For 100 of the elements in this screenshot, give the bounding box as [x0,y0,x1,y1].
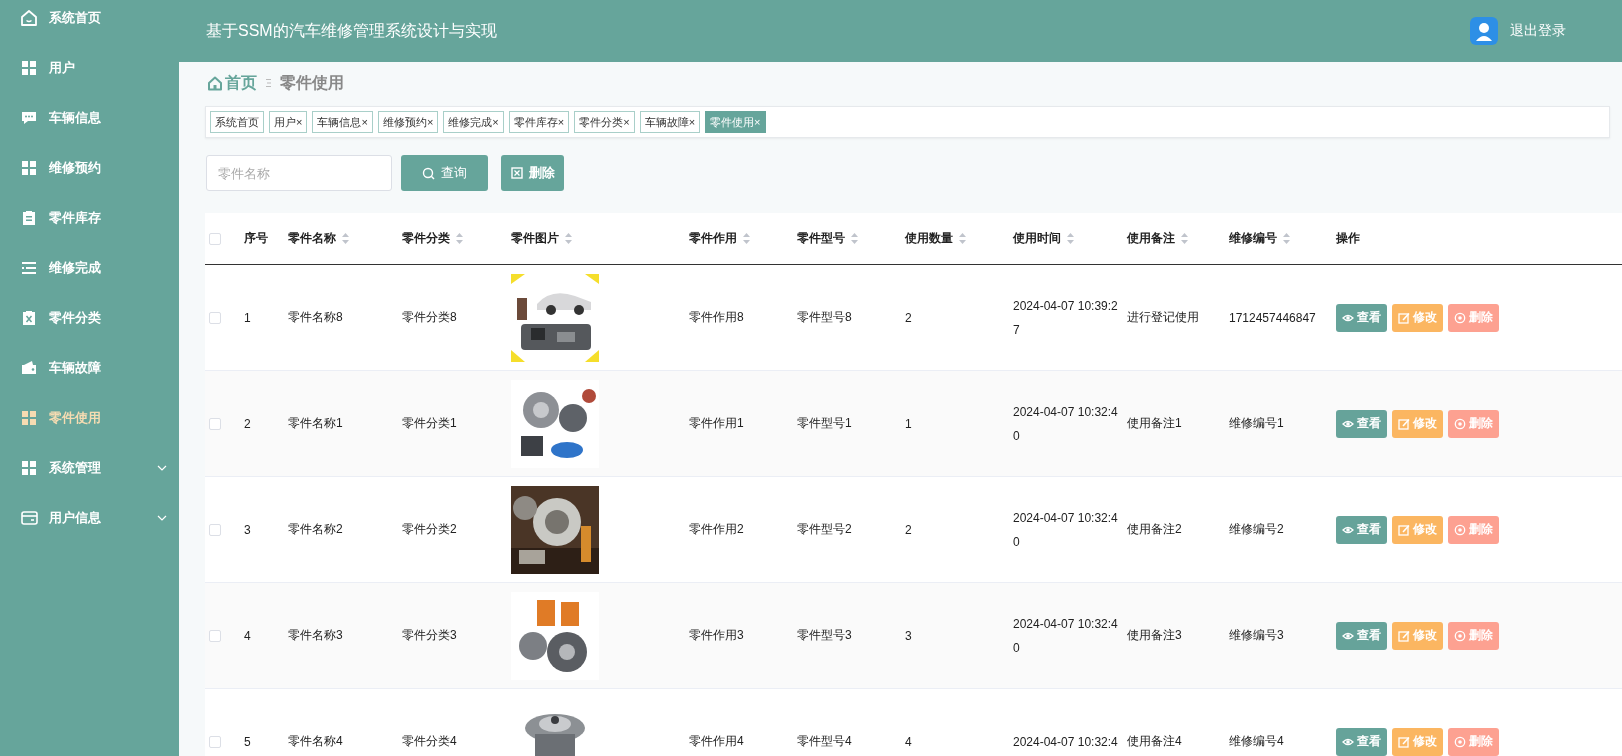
table-cell: 零件名称2 [288,521,343,538]
view-button[interactable]: 查看 [1336,727,1387,756]
table-cell: 零件作用8 [689,309,744,326]
table-cell: 零件分类2 [402,521,457,538]
column-header[interactable]: 零件名称 [288,230,336,247]
edit-icon [1398,629,1410,642]
column-header[interactable]: 零件作用 [689,230,737,247]
select-all-checkbox[interactable] [209,232,221,245]
page-tab[interactable]: 系统首页 [210,111,264,133]
table-cell: 2 [244,416,251,431]
row-checkbox[interactable] [209,523,221,536]
sort-icon [1180,232,1189,245]
sidebar-item[interactable]: 用户 [0,43,179,93]
page-tab[interactable]: 零件分类× [574,111,635,133]
list-icon [20,259,38,277]
column-header[interactable]: 使用备注 [1127,230,1175,247]
table-cell: 零件名称4 [288,733,343,750]
sidebar-item[interactable]: 系统首页 [0,0,179,43]
table-cell: 零件型号1 [797,415,852,432]
sidebar-item[interactable]: 零件分类 [0,293,179,343]
table-cell: 零件分类4 [402,733,457,750]
sort-icon [1066,232,1075,245]
column-header[interactable]: 零件图片 [511,230,559,247]
edit-button[interactable]: 修改 [1392,303,1443,332]
column-header[interactable]: 零件型号 [797,230,845,247]
part-name-search-field[interactable]: 零件名称 [206,155,392,191]
view-button[interactable]: 查看 [1336,515,1387,544]
delete-button[interactable]: 删除 [1448,515,1499,544]
page-tab[interactable]: 车辆信息× [312,111,373,133]
page-tab[interactable]: 维修预约× [377,111,439,133]
view-button[interactable]: 查看 [1336,621,1387,650]
sidebar-item[interactable]: 维修预约 [0,143,179,193]
query-button[interactable]: 查询 [401,155,488,191]
table-cell: 零件型号3 [797,627,852,644]
search-icon [422,166,435,180]
table-cell: 进行登记使用 [1127,309,1199,326]
row-checkbox[interactable] [209,311,221,324]
edit-button[interactable]: 修改 [1392,621,1443,650]
table-cell: 1 [905,416,912,431]
table-cell: 4 [905,734,912,749]
column-header[interactable]: 维修编号 [1229,230,1277,247]
grid-icon [20,159,38,177]
page-tab[interactable]: 维修完成× [443,111,504,133]
sort-icon [742,232,751,245]
home-icon [20,9,38,27]
sort-icon [455,232,464,245]
sidebar-item[interactable]: 零件使用 [0,393,179,443]
table-cell: 零件型号8 [797,309,852,326]
edit-button[interactable]: 修改 [1392,409,1443,438]
page-tab[interactable]: 零件使用× [705,111,766,133]
delete-button[interactable]: 删除 [1448,727,1499,756]
edit-button[interactable]: 修改 [1392,515,1443,544]
table-cell: 使用备注4 [1127,733,1182,750]
table-cell: 零件型号4 [797,733,852,750]
view-button[interactable]: 查看 [1336,409,1387,438]
edit-icon [1398,735,1410,748]
sidebar-item[interactable]: 车辆信息 [0,93,179,143]
table-cell-text: 2024-04-07 10:32:40 [1013,615,1119,657]
row-checkbox[interactable] [209,735,221,748]
logout-link[interactable]: 退出登录 [1510,22,1566,40]
delete-button[interactable]: 删除 [1448,621,1499,650]
edit-icon [1398,417,1410,430]
table-cell: 维修编号1 [1229,415,1284,432]
table-cell-text: 2024-04-07 10:32:4 [1013,733,1119,751]
page-tab[interactable]: 零件库存× [508,111,570,133]
table-cell-text: 2024-04-07 10:39:27 [1013,297,1119,339]
column-header[interactable]: 零件分类 [402,230,450,247]
delete-button[interactable]: 删除 [1448,409,1499,438]
sidebar-item[interactable]: 系统管理 [0,443,179,493]
edit-icon [1398,523,1410,536]
row-checkbox[interactable] [209,417,221,430]
sidebar-item[interactable]: 用户信息 [0,493,179,543]
clipboard-icon [20,309,38,327]
sort-icon [564,232,573,245]
table-cell: 维修编号2 [1229,521,1284,538]
column-header[interactable]: 使用数量 [905,230,953,247]
row-checkbox[interactable] [209,629,221,642]
delete-button[interactable]: 删除 [1448,303,1499,332]
table-cell: 零件名称3 [288,627,343,644]
page-tab[interactable]: 用户× [269,111,308,133]
circle-icon [1454,417,1466,430]
wallet-icon [20,359,38,377]
table-cell: 维修编号3 [1229,627,1284,644]
delete-button[interactable]: 删除 [501,155,564,191]
edit-button[interactable]: 修改 [1392,727,1443,756]
grid-icon [20,409,38,427]
column-header[interactable]: 使用时间 [1013,230,1061,247]
sort-icon [341,232,350,245]
table-cell: 维修编号4 [1229,733,1284,750]
sidebar-item[interactable]: 零件库存 [0,193,179,243]
breadcrumb-home-link[interactable]: 首页 [207,72,257,94]
view-button[interactable]: 查看 [1336,303,1387,332]
sidebar-item[interactable]: 车辆故障 [0,343,179,393]
page-tab[interactable]: 车辆故障× [639,111,701,133]
grid-icon [20,59,38,77]
sidebar-item[interactable]: 维修完成 [0,243,179,293]
column-header: 操作 [1336,230,1360,247]
sort-icon [958,232,967,245]
table-cell: 使用备注3 [1127,627,1182,644]
table-cell: 零件型号2 [797,521,852,538]
